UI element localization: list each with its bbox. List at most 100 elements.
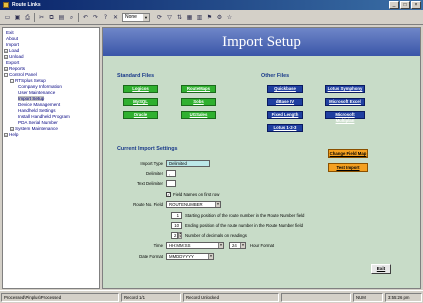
refresh-icon[interactable]: ⟳ [155,13,164,22]
exit-button[interactable]: Exit [371,264,391,274]
expand-icon: + [4,66,8,71]
cut-icon[interactable]: ✂ [37,13,46,22]
tree-item-company-information[interactable]: Company Information [18,84,62,89]
test-import-button[interactable]: Test Import [328,163,368,172]
copy-icon[interactable]: ⧉ [47,13,56,22]
navigation-tree: Exit About Import + Load + Unload Export +… [2,27,100,289]
minimize-icon[interactable]: _ [389,1,399,9]
other-files-heading: Other Files [261,73,290,79]
route-no-label: Route No. Field [133,202,163,207]
text-delimiter-label: Text Delimiter [136,181,163,186]
chevron-down-icon: ▼ [240,243,245,248]
tree-item-install-handheld-program[interactable]: Install Handheld Program [18,114,70,119]
decimals-spinner[interactable]: ▲ ▼ [178,232,182,239]
print-icon[interactable]: ⎙ [23,13,32,22]
tree-item-load[interactable]: + Load [4,48,19,53]
filter-icon[interactable]: ▽ [165,13,174,22]
date-format-label: Date Format [139,254,163,259]
tree-item-user-maintenance[interactable]: User Maintenance [18,90,55,95]
toolbar-combo[interactable]: None ▼ [122,13,150,22]
save-icon[interactable]: ▣ [13,13,22,22]
sort-icon[interactable]: ⇅ [175,13,184,22]
microsoft-multiplan-button[interactable]: Microsoft Multiplan [325,111,365,123]
sobs-button[interactable]: Sobs [181,98,216,106]
tree-item-system-maintenance[interactable]: + System Maintenance [10,126,58,131]
new-icon[interactable]: ▭ [3,13,12,22]
logicos-button[interactable]: Logicos [123,85,158,93]
toolbar-separator [34,13,35,22]
date-format-select[interactable]: MMDDYYYY ▼ [166,253,214,260]
tree-item-control-panel[interactable]: - Control Panel [4,72,37,77]
ugsales-button[interactable]: UGSales [181,111,216,119]
expand-icon: + [4,54,8,59]
chevron-down-icon: ▼ [143,14,149,21]
dbase-iv-button[interactable]: dBase IV [267,98,303,106]
collapse-icon: - [4,72,8,77]
page-title: Import Setup [222,34,301,50]
chevron-down-icon: ▼ [215,202,220,207]
routemaps-button[interactable]: RouteMaps [181,85,216,93]
tree-item-exit[interactable]: Exit [6,30,14,35]
tools-icon[interactable]: ⚙ [215,13,224,22]
quickbase-button[interactable]: Quickbase [267,85,303,93]
tree-item-export[interactable]: Export [6,60,19,65]
star-icon[interactable]: ☆ [225,13,234,22]
toolbar-combo-value: None [125,14,137,20]
collapse-icon: - [10,78,14,83]
current-settings-heading: Current Import Settings [117,146,178,152]
tree-item-pda-serial-number[interactable]: PDA Serial Number [18,120,58,125]
change-field-map-button[interactable]: Change Field Map [328,149,368,158]
bookmark-icon[interactable]: ⚑ [205,13,214,22]
time-label: Time [153,243,163,248]
end-position-field[interactable]: 10 [171,222,182,229]
window-controls: _ □ × [389,1,421,9]
chart-icon[interactable]: ▥ [195,13,204,22]
oracle-button[interactable]: Oracle [123,111,158,119]
decimals-field[interactable]: 2 [171,232,178,239]
status-mode: NUM [353,293,383,302]
mysql-button[interactable]: MySQL [123,98,158,106]
status-time: 3:55:26 pm [385,293,422,302]
fixed-length-button[interactable]: Fixed Length [267,111,303,119]
delimiter-field[interactable]: , [166,170,176,177]
microsoft-excel-button[interactable]: Microsoft Excel [325,98,365,106]
start-position-field[interactable]: 1 [171,212,182,219]
tree-item-unload[interactable]: + Unload [4,54,24,59]
field-names-checkbox[interactable]: ✓ [166,192,171,197]
paste-icon[interactable]: ▤ [57,13,66,22]
close-icon[interactable]: × [411,1,421,9]
tree-item-device-management[interactable]: Device Management [18,102,60,107]
delete-icon[interactable]: ✕ [111,13,120,22]
tree-item-reports[interactable]: + Reports [4,66,25,71]
window-title: Route Links [12,2,41,8]
grid-icon[interactable]: ▦ [185,13,194,22]
tree-item-handheld-settings[interactable]: Handheld Settings [18,108,56,113]
status-path: Processed\Pinplus\Processed [1,293,119,302]
status-empty [281,293,351,302]
tree-item-import-setup[interactable]: Import Setup [18,96,45,101]
lotus-symphony-button[interactable]: Lotus Symphony [325,85,365,93]
help-icon[interactable]: ? [101,13,110,22]
route-no-select[interactable]: ROUTENUMBER ▼ [166,201,221,208]
tree-item-import[interactable]: Import [6,42,19,47]
tree-item-about[interactable]: About [6,36,18,41]
find-icon[interactable]: ⌕ [67,13,76,22]
maximize-icon[interactable]: □ [400,1,410,9]
expand-icon: + [4,48,8,53]
start-position-label: Starting position of the route number in… [185,213,305,218]
toolbar-separator [78,13,79,22]
import-type-field[interactable]: Delimited [166,160,210,167]
tree-item-rtsplus-setup[interactable]: - RTSplus Setup [10,78,46,83]
expand-icon: + [10,126,14,131]
lotus-123-button[interactable]: Lotus 1-2-3 [267,124,303,132]
hour-format-select[interactable]: 24 ▼ [229,242,246,249]
redo-icon[interactable]: ↷ [91,13,100,22]
undo-icon[interactable]: ↶ [81,13,90,22]
time-format-select[interactable]: HH:MM:SS ▼ [166,242,224,249]
import-type-label: Import Type [140,161,163,166]
toolbar: ▭ ▣ ⎙ ✂ ⧉ ▤ ⌕ ↶ ↷ ? ✕ None ▼ ⟳ ▽ ⇅ ▦ ▥ ⚑… [0,10,423,25]
text-delimiter-field[interactable] [166,180,176,187]
header-banner: Import Setup [103,28,420,56]
tree-item-help[interactable]: + Help [4,132,18,137]
status-record: Record 1/1 [121,293,181,302]
